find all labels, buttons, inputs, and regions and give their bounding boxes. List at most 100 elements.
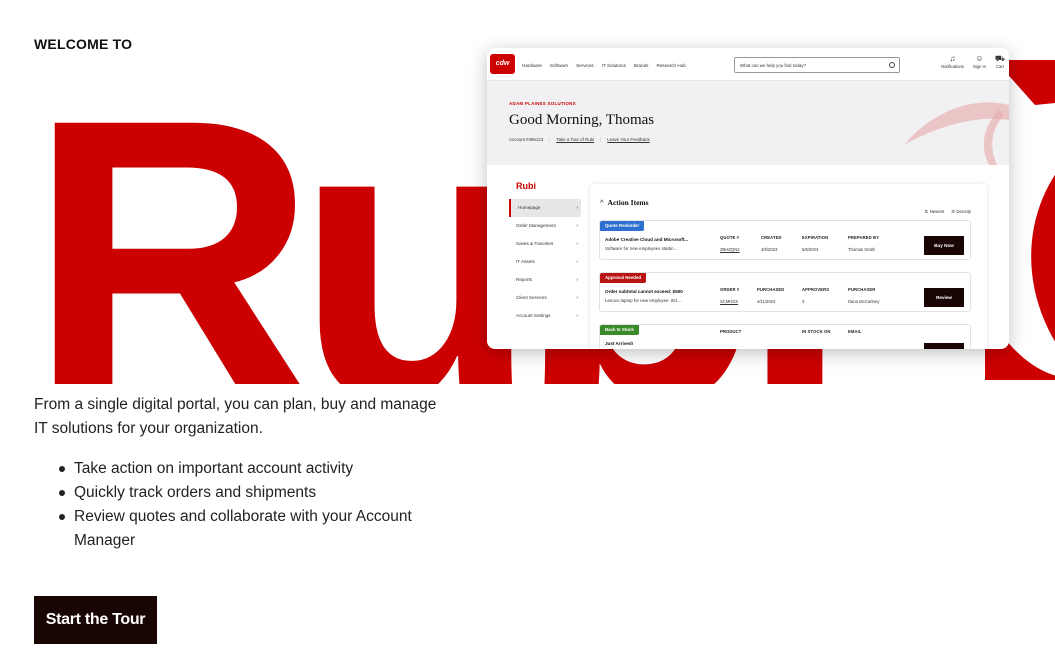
top-nav: cdw Hardware Software Services IT Soluti… [487,48,1009,81]
sidebar-item-account-settings: Account Settings › [509,307,581,325]
sort-newest-label: Newest [929,209,945,214]
col-header: QUOTE # [720,235,740,240]
status-badge: Approval Needed [600,273,647,283]
sign-in: ☺ Sign In [973,54,986,69]
account-line: Account #456123 | Take a Tour of Rubi | … [509,137,650,142]
status-badge: Back In Stock [600,325,639,335]
col-value: SCMHDX [720,299,739,304]
item-col: PRODUCT [720,329,741,334]
col-header: PREPARED BY [848,235,880,240]
action-item-row: Back In Stock Just Arrived! PRODUCT IN S… [599,324,971,349]
col-value: 5/6/2023 [802,247,819,252]
chevron-right-icon: › [576,277,578,283]
nav-link: Services [576,63,594,68]
col-header: ORDER # [720,287,740,292]
user-icon: ☺ [975,54,984,63]
item-title: Adobe Creative Cloud and Microsoft... [605,237,689,242]
action-item-row: Quote Reminder Adobe Creative Cloud and … [599,220,971,260]
item-col: ORDER # SCMHDX [720,287,739,304]
nav-link: Hardware [522,63,542,68]
col-value: 3 [802,299,805,304]
col-header: IN STOCK ON [802,329,831,334]
rubi-logo: Rubi [516,181,536,191]
nav-links: Hardware Software Services IT Solutions … [522,63,686,68]
col-header: PURCHASED [757,287,785,292]
status-badge: Quote Reminder [600,221,645,231]
action-item-row: Approval Needed Order subtotal cannot ex… [599,272,971,312]
item-col: EXPIRATION 5/6/2023 [802,235,828,252]
action-items-label: Action Items [607,198,649,207]
sidebar-item-label: Order Management [516,223,556,228]
item-col: PURCHASED 4/11/2023 [757,287,784,304]
divider: | [600,137,602,142]
row-action-button [924,343,964,349]
cart-label: Cart [996,64,1004,69]
feature-item: Quickly track orders and shipments [34,481,434,505]
item-subtitle: Software for new employees startin... [605,246,678,251]
feature-item: Review quotes and collaborate with your … [34,505,434,553]
sort-controls: ⇅ Newest ☰ Density [925,209,971,215]
sidebar-item-label: Client Services [516,295,547,300]
sidebar-item-order-management: Order Management › [509,217,581,235]
search-icon [889,62,895,68]
chevron-right-icon: › [576,259,578,265]
sidebar-item-homepage: Homepage › [509,199,581,217]
portal-sidebar: Rubi Homepage › Order Management › Saves &… [509,181,581,325]
nav-link: IT Solutions [601,63,626,68]
col-header: APPROVERS [802,287,830,292]
col-value: 4/5/2023 [761,247,778,252]
item-title: Just Arrived! [605,341,634,346]
item-col: CREATED 4/5/2023 [761,235,782,252]
cdw-logo: cdw [490,54,515,74]
density-label: Density [956,209,971,214]
search-placeholder: What can we help you find today? [740,63,806,68]
item-col: PREPARED BY Thomas Smith [848,235,879,252]
chevron-right-icon: › [576,241,578,247]
col-value: Thomas Smith [848,247,875,252]
top-actions: ♫ Notifications ☺ Sign In ⛟ Cart [941,54,1005,69]
sidebar-item-client-services: Client Services › [509,289,581,307]
divider: | [549,137,551,142]
search-box: What can we help you find today? [734,57,900,73]
item-title: Order subtotal cannot exceed: $500 [605,289,683,294]
greeting-banner: ADAM PLAINES SOLUTIONS Good Morning, Tho… [487,81,1009,165]
col-value: 4/11/2023 [757,299,776,304]
item-col: IN STOCK ON [802,329,830,334]
chevron-right-icon: › [576,223,578,229]
chevron-right-icon: › [576,313,578,319]
nav-link: Brands [633,63,649,68]
item-col: EMAIL [848,329,862,334]
sidebar-item-label: IT Assets [516,259,535,264]
chevron-right-icon: › [576,205,578,211]
cart-icon: ⛟ [994,54,1005,63]
chevron-up-icon: ^ [600,198,604,207]
col-header: EMAIL [848,329,862,334]
nav-link: Software [549,63,569,68]
action-items-title: ^ Action Items [600,198,649,207]
sort-newest: ⇅ Newest [925,209,945,215]
registered-mark: ® [784,356,812,384]
item-subtitle: Lenovo laptop for new employee. ID1... [605,298,682,303]
notifications-label: Notifications [941,64,964,69]
cart: ⛟ Cart [995,54,1005,69]
sidebar-item-label: Reports [516,277,533,282]
feature-list: Take action on important account activit… [34,457,434,553]
nav-link: Research Hub [656,63,686,68]
notifications: ♫ Notifications [941,54,964,69]
density-toggle: ☰ Density [951,209,971,215]
buy-now-button: Buy Now [924,236,964,255]
chevron-right-icon: › [576,295,578,301]
company-name: ADAM PLAINES SOLUTIONS [509,101,576,106]
sidebar-item-label: Homepage [518,205,541,210]
col-header: EXPIRATION [802,235,829,240]
tour-link: Take a Tour of Rubi [556,137,595,142]
action-items-card: ^ Action Items ⇅ Newest ☰ Density Quote R… [590,184,987,349]
item-col: APPROVERS 3 [802,287,829,304]
item-col: PURCHASER Dana McCartney [848,287,879,304]
start-tour-button[interactable]: Start the Tour [34,596,157,644]
col-header: CREATED [761,235,782,240]
bell-icon: ♫ [949,54,956,63]
feature-item: Take action on important account activit… [34,457,434,481]
sidebar-item-it-assets: IT Assets › [509,253,581,271]
banner-swoosh-icon [904,102,1009,165]
